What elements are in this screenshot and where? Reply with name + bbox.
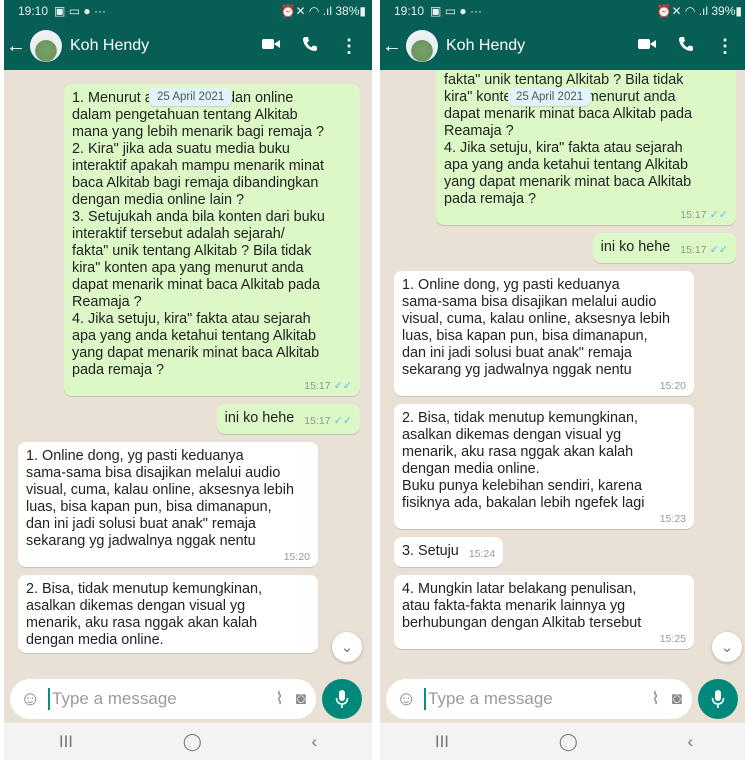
outgoing-message[interactable]: ini ko hehe 15:17 ✓✓: [592, 233, 736, 263]
camera-icon[interactable]: ◙: [296, 689, 306, 709]
incoming-message[interactable]: 1. Online dong, yg pasti keduanya sama-s…: [18, 442, 318, 567]
video-call-icon[interactable]: [638, 37, 656, 55]
chat-area[interactable]: 25 April 2021 fakta" unik tentang Alkita…: [380, 70, 745, 675]
outgoing-message[interactable]: 1. Menurut anda, offline dan online dala…: [64, 84, 360, 396]
nav-home-button[interactable]: ◯: [183, 732, 202, 752]
composer: ☺ Type a message ⌇ ◙: [4, 675, 372, 723]
chevron-double-down-icon[interactable]: ⌄: [712, 632, 742, 662]
phone-screen-right: 19:10 ▣ ▭ ● ··· ⏰✕ ◠ .ıl 39%▮ ← Koh Hend…: [380, 0, 745, 760]
message-text: 1. Online dong, yg pasti keduanya sama-s…: [26, 448, 294, 549]
phone-icon[interactable]: [678, 36, 694, 57]
arrow-left-icon[interactable]: ←: [6, 35, 26, 58]
text-caret: [48, 688, 50, 710]
message-text: 4. Mungkin latar belakang penulisan, ata…: [402, 581, 642, 631]
chat-header: ← Koh Hendy ⋮: [380, 22, 745, 70]
message-placeholder: Type a message: [52, 689, 177, 708]
system-nav-bar: III ◯ ‹: [380, 723, 745, 760]
status-battery: ⏰✕ ◠ .ıl 38%▮: [280, 4, 366, 18]
message-text: 1. Menurut anda, offline dan online dala…: [72, 90, 325, 378]
date-chip: 25 April 2021: [149, 88, 233, 106]
message-time: 15:17: [680, 244, 707, 256]
nav-back-button[interactable]: ‹: [311, 732, 317, 752]
incoming-message[interactable]: 2. Bisa, tidak menutup kemungkinan, asal…: [18, 575, 318, 653]
phone-icon[interactable]: [302, 36, 318, 57]
incoming-message[interactable]: 4. Mungkin latar belakang penulisan, ata…: [394, 575, 694, 649]
emoji-icon[interactable]: ☺: [20, 688, 46, 711]
status-time: 19:10: [394, 4, 425, 18]
more-vert-icon[interactable]: ⋮: [340, 36, 358, 57]
message-input[interactable]: ☺ Type a message ⌇ ◙: [386, 679, 692, 719]
incoming-message[interactable]: 2. Bisa, tidak menutup kemungkinan, asal…: [394, 404, 694, 529]
chat-area[interactable]: 25 April 2021 1. Menurut anda, offline d…: [4, 70, 372, 675]
date-chip: 25 April 2021: [508, 88, 592, 106]
arrow-left-icon[interactable]: ←: [382, 35, 402, 58]
video-call-icon[interactable]: [262, 37, 280, 55]
more-vert-icon[interactable]: ⋮: [716, 36, 734, 57]
message-text: ini ko hehe: [600, 239, 671, 255]
status-notification-icons: ▣ ▭ ● ···: [430, 4, 482, 18]
microphone-icon[interactable]: [322, 679, 362, 719]
message-time: 15:17: [304, 415, 331, 427]
message-text: 2. Bisa, tidak menutup kemungkinan, asal…: [26, 581, 262, 648]
panel-divider: [372, 0, 380, 760]
microphone-icon[interactable]: [698, 679, 738, 719]
message-time: 15:24: [468, 548, 496, 560]
message-text: 1. Online dong, yg pasti keduanya sama-s…: [402, 277, 670, 378]
incoming-message[interactable]: 1. Online dong, yg pasti keduanya sama-s…: [394, 271, 694, 396]
system-nav-bar: III ◯ ‹: [4, 723, 372, 760]
message-time: 15:17: [680, 209, 707, 221]
message-time: 15:25: [659, 633, 686, 645]
message-input[interactable]: ☺ Type a message ⌇ ◙: [10, 679, 316, 719]
camera-icon[interactable]: ◙: [672, 689, 682, 709]
message-text: 2. Bisa, tidak menutup kemungkinan, asal…: [402, 410, 645, 511]
nav-recents-button[interactable]: III: [59, 732, 73, 752]
nav-back-button[interactable]: ‹: [687, 732, 693, 752]
message-time: 15:23: [659, 513, 686, 525]
message-time: 15:17: [304, 380, 331, 392]
read-receipt-icon: ✓✓: [333, 415, 352, 427]
phone-screen-left: 19:10 ▣ ▭ ● ··· ⏰✕ ◠ .ıl 38%▮ ← Koh Hend…: [4, 0, 372, 760]
avatar[interactable]: [30, 30, 62, 62]
message-time: 15:20: [659, 380, 686, 392]
contact-name[interactable]: Koh Hendy: [446, 37, 638, 55]
paperclip-icon[interactable]: ⌇: [651, 689, 659, 709]
status-time: 19:10: [18, 4, 49, 18]
chat-header: ← Koh Hendy ⋮: [4, 22, 372, 70]
paperclip-icon[interactable]: ⌇: [275, 689, 283, 709]
chevron-double-down-icon[interactable]: ⌄: [332, 632, 362, 662]
emoji-icon[interactable]: ☺: [396, 688, 422, 711]
message-text: 3. Setuju: [402, 543, 459, 559]
message-placeholder: Type a message: [428, 689, 553, 708]
outgoing-message[interactable]: ini ko hehe 15:17 ✓✓: [216, 404, 360, 434]
incoming-message[interactable]: 3. Setuju 15:24: [394, 537, 504, 567]
composer: ☺ Type a message ⌇ ◙: [380, 675, 745, 723]
contact-name[interactable]: Koh Hendy: [70, 37, 262, 55]
status-battery: ⏰✕ ◠ .ıl 39%▮: [656, 4, 742, 18]
read-receipt-icon: ✓✓: [333, 380, 352, 392]
nav-recents-button[interactable]: III: [435, 732, 449, 752]
status-notification-icons: ▣ ▭ ● ···: [54, 4, 106, 18]
message-time: 15:20: [283, 551, 310, 563]
avatar[interactable]: [406, 30, 438, 62]
nav-home-button[interactable]: ◯: [559, 732, 578, 752]
status-bar: 19:10 ▣ ▭ ● ··· ⏰✕ ◠ .ıl 39%▮: [380, 0, 745, 22]
read-receipt-icon: ✓✓: [709, 209, 728, 221]
message-list: 1. Menurut anda, offline dan online dala…: [4, 84, 372, 661]
message-text: ini ko hehe: [224, 410, 295, 426]
status-bar: 19:10 ▣ ▭ ● ··· ⏰✕ ◠ .ıl 38%▮: [4, 0, 372, 22]
text-caret: [424, 688, 426, 710]
message-list: fakta" unik tentang Alkitab ? Bila tidak…: [380, 70, 745, 657]
read-receipt-icon: ✓✓: [709, 244, 728, 256]
